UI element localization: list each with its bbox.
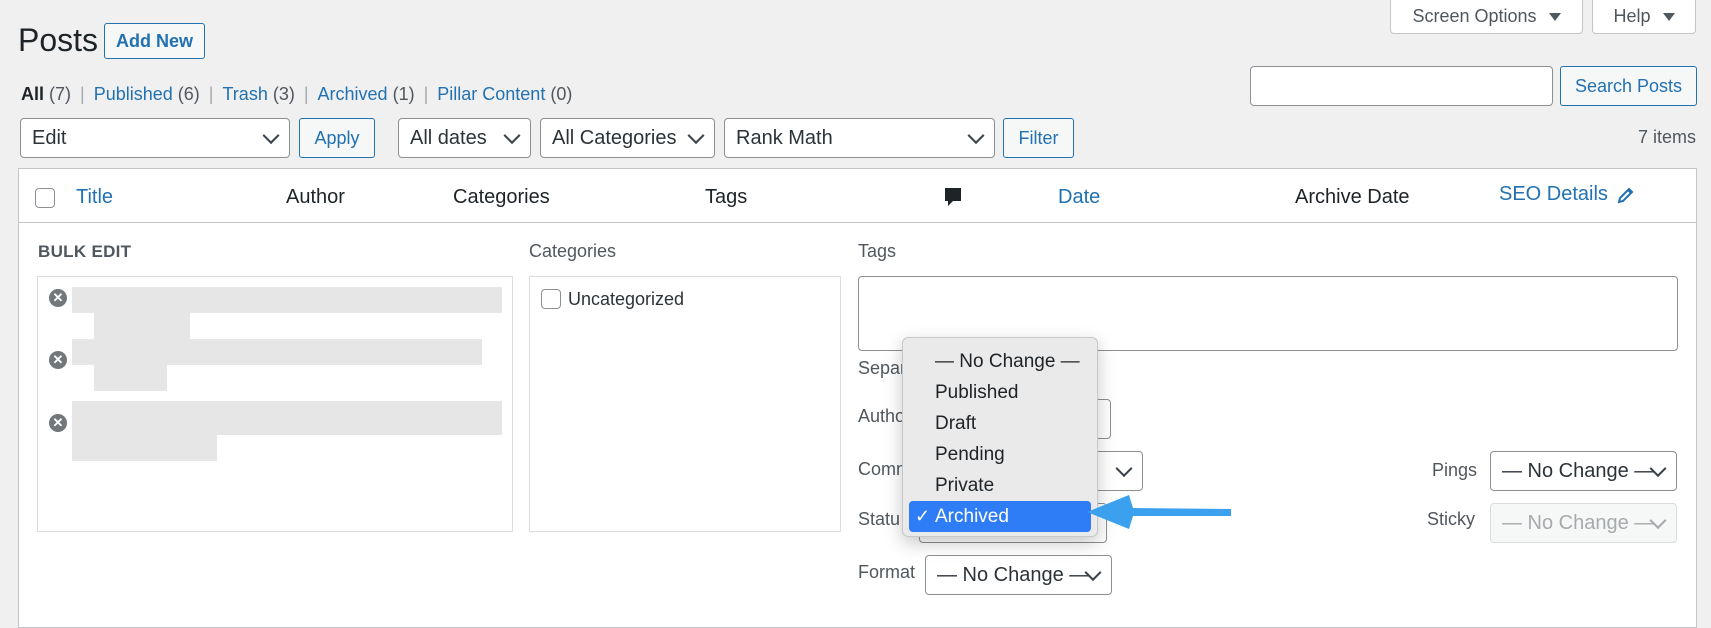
- categories-checklist: Uncategorized: [529, 276, 841, 532]
- table-header-row: Title Author Categories Tags Date Archiv…: [19, 169, 1696, 223]
- column-seo-details[interactable]: SEO Details: [1499, 183, 1636, 206]
- separate-tags-hint: Separ: [858, 358, 907, 378]
- format-select[interactable]: — No Change —: [925, 555, 1112, 595]
- category-checkbox[interactable]: [541, 289, 561, 309]
- status-option-no-change[interactable]: — No Change —: [903, 346, 1097, 377]
- column-date[interactable]: Date: [1058, 186, 1100, 209]
- status-option-published[interactable]: Published: [903, 377, 1097, 408]
- category-label: Uncategorized: [568, 289, 685, 309]
- dates-select[interactable]: All dates: [398, 118, 531, 158]
- help-label: Help: [1613, 6, 1651, 26]
- items-count: 7 items: [1637, 127, 1696, 147]
- search-posts-button[interactable]: Search Posts: [1560, 66, 1697, 106]
- status-option-pending[interactable]: Pending: [903, 439, 1097, 470]
- post-title-redacted: [72, 435, 217, 461]
- select-all-checkbox[interactable]: [35, 188, 55, 208]
- pencil-icon: [1617, 187, 1634, 203]
- chevron-down-icon: [262, 127, 280, 145]
- annotation-arrow-icon: [1087, 495, 1231, 529]
- post-title-redacted: [72, 401, 502, 435]
- format-label: Format: [858, 562, 916, 582]
- caret-down-icon: [1662, 12, 1675, 21]
- add-new-button[interactable]: Add New: [104, 23, 205, 59]
- remove-post-icon[interactable]: ✕: [49, 414, 67, 432]
- status-option-private[interactable]: Private: [903, 470, 1097, 501]
- help-tab[interactable]: Help: [1592, 0, 1696, 34]
- column-archive-date: Archive Date: [1295, 186, 1410, 208]
- comment-bubble-icon: [943, 186, 963, 215]
- remove-post-icon[interactable]: ✕: [49, 289, 67, 307]
- column-author: Author: [286, 186, 345, 208]
- pings-label: Pings: [1432, 460, 1478, 480]
- filter-published[interactable]: Published (6): [94, 84, 200, 105]
- search-input[interactable]: [1250, 66, 1553, 106]
- filter-all[interactable]: All (7): [21, 84, 71, 105]
- column-categories: Categories: [453, 186, 550, 208]
- column-title[interactable]: Title: [76, 186, 113, 209]
- page-title: Posts: [18, 22, 99, 58]
- categories-select[interactable]: All Categories: [540, 118, 715, 158]
- sticky-select: — No Change —: [1490, 503, 1677, 543]
- sticky-label: Sticky: [1427, 509, 1476, 529]
- caret-down-icon: [1548, 12, 1561, 21]
- column-tags: Tags: [705, 186, 748, 208]
- status-dropdown-menu: — No Change — Published Draft Pending Pr…: [902, 337, 1098, 537]
- status-option-archived[interactable]: ✓ Archived: [909, 501, 1091, 532]
- status-label: Statu: [858, 509, 901, 529]
- post-status-filters: All (7) | Published (6) | Trash (3) | Ar…: [21, 83, 573, 105]
- pings-select[interactable]: — No Change —: [1490, 451, 1677, 491]
- remove-post-icon[interactable]: ✕: [49, 351, 67, 369]
- categories-label: Categories: [529, 241, 617, 261]
- filter-pillar-content[interactable]: Pillar Content (0): [437, 84, 572, 105]
- chevron-down-icon: [503, 127, 521, 145]
- screen-options-tab[interactable]: Screen Options: [1390, 0, 1583, 34]
- filter-archived[interactable]: Archived (1): [318, 84, 415, 105]
- author-label: Autho: [858, 406, 906, 426]
- post-title-redacted: [72, 287, 502, 313]
- selected-posts-list: ✕ ✕ ✕: [37, 276, 513, 532]
- checkmark-icon: ✓: [915, 506, 931, 526]
- posts-table: Title Author Categories Tags Date Archiv…: [18, 168, 1697, 628]
- bulk-action-select[interactable]: Edit: [20, 118, 290, 158]
- tags-label: Tags: [858, 241, 897, 261]
- post-title-redacted: [94, 365, 167, 391]
- chevron-down-icon: [1115, 460, 1133, 478]
- rank-math-select[interactable]: Rank Math: [724, 118, 995, 158]
- post-title-redacted: [94, 313, 190, 339]
- post-title-redacted: [72, 339, 482, 365]
- filter-button[interactable]: Filter: [1003, 118, 1074, 158]
- apply-button[interactable]: Apply: [299, 118, 375, 158]
- bulk-edit-title: BULK EDIT: [38, 242, 132, 261]
- screen-options-label: Screen Options: [1412, 6, 1537, 26]
- status-option-draft[interactable]: Draft: [903, 408, 1097, 439]
- chevron-down-icon: [687, 127, 705, 145]
- chevron-down-icon: [967, 127, 985, 145]
- filter-trash[interactable]: Trash (3): [222, 84, 294, 105]
